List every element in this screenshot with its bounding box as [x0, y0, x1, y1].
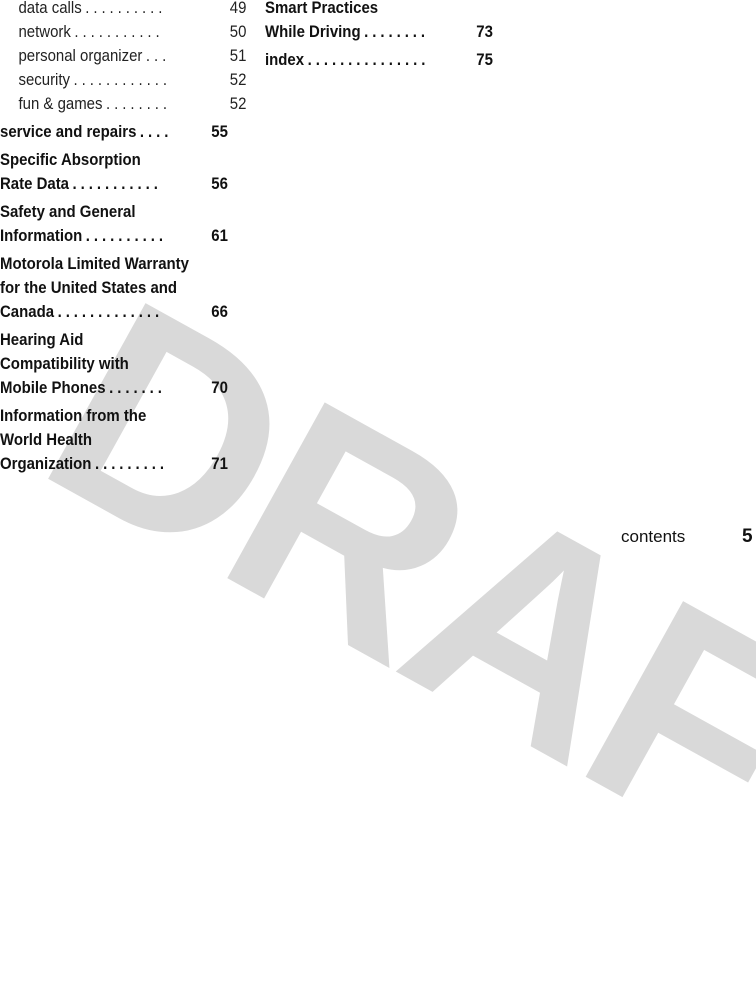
toc-entry[interactable]: Smart Practices While Driving ........ 7…: [265, 0, 493, 44]
toc-entry-title-line: Compatibility with: [0, 354, 129, 373]
toc-leader-dots: ...........: [72, 174, 162, 193]
toc-entry-title-line: Hearing Aid: [0, 330, 84, 349]
toc-entry-label: index: [265, 50, 305, 69]
toc-page-number: 71: [211, 454, 228, 473]
toc-leader-dots: ....: [139, 122, 173, 141]
toc-entry-label: fun & games: [18, 94, 103, 113]
toc-entry-label: security: [18, 70, 71, 89]
toc-page-number: 52: [229, 70, 247, 89]
footer-section-label: contents: [621, 527, 686, 546]
toc-page-number: 50: [229, 22, 247, 41]
toc-sub-entry[interactable]: data calls .......... 49: [0, 0, 246, 20]
toc-entry-label: Rate Data: [0, 174, 70, 193]
toc-leader-dots: ..........: [85, 0, 167, 17]
toc-page-number: 70: [211, 378, 228, 397]
toc-entry[interactable]: Safety and General Information .........…: [0, 200, 228, 248]
toc-entry[interactable]: index ............... 75: [265, 48, 493, 72]
toc-entry-title-line: Information from the: [0, 406, 147, 425]
toc-entry-label: data calls: [18, 0, 82, 17]
toc-entry-last-line: Canada ............. 66: [0, 300, 228, 324]
toc-sub-entry[interactable]: personal organizer ... 51: [0, 44, 246, 68]
toc-entry-last-line: While Driving ........ 73: [265, 20, 493, 44]
toc-entry-label: network: [18, 22, 71, 41]
toc-sub-entry[interactable]: fun & games ........ 52: [0, 92, 246, 116]
toc-sub-entry[interactable]: security ............ 52: [0, 68, 246, 92]
toc-entry-title-line: Safety and General: [0, 202, 136, 221]
toc-entry-title-line: Smart Practices: [265, 0, 379, 17]
toc-column-right: Smart Practices While Driving ........ 7…: [265, 0, 493, 72]
toc-leader-dots: .......: [109, 378, 166, 397]
toc-page-number: 49: [229, 0, 247, 17]
toc-leader-dots: ...............: [307, 50, 430, 69]
toc-entry-last-line: service and repairs .... 55: [0, 120, 228, 144]
toc-entry-title-line: for the United States and: [0, 278, 178, 297]
toc-entry[interactable]: Hearing Aid Compatibility with Mobile Ph…: [0, 328, 228, 400]
toc-column-left: data calls .......... 49 network .......…: [0, 0, 246, 476]
toc-entry[interactable]: Information from the World Health Organi…: [0, 404, 228, 476]
toc-entry-last-line: Mobile Phones ....... 70: [0, 376, 228, 400]
toc-entry-title-line: World Health: [0, 430, 92, 449]
toc-entry-last-line: Information .......... 61: [0, 224, 228, 248]
toc-entry-label: Organization: [0, 454, 92, 473]
toc-sub-entries: data calls .......... 49 network .......…: [0, 0, 246, 116]
toc-entry-label: Information: [0, 226, 83, 245]
toc-page-number: 73: [476, 22, 493, 41]
toc-page-number: 61: [211, 226, 228, 245]
toc-leader-dots: ........: [105, 94, 171, 113]
toc-leader-dots: ..........: [85, 226, 167, 245]
toc-entry-last-line: index ............... 75: [265, 48, 493, 72]
toc-leader-dots: ...........: [74, 22, 164, 41]
toc-leader-dots: ............: [73, 70, 171, 89]
toc-entry-label: service and repairs: [0, 122, 137, 141]
toc-entry-label: Mobile Phones: [0, 378, 106, 397]
page-footer: contents 5: [0, 527, 756, 547]
toc-entry-label: While Driving: [265, 22, 361, 41]
toc-entry[interactable]: Motorola Limited Warranty for the United…: [0, 252, 228, 324]
toc-entry-title-line: Specific Absorption: [0, 150, 141, 169]
toc-entry-last-line: Organization ......... 71: [0, 452, 228, 476]
toc-entry-label: personal organizer: [18, 46, 143, 65]
toc-leader-dots: ........: [364, 22, 430, 41]
footer-page-number: 5: [742, 526, 753, 547]
toc-entry-last-line: Rate Data ........... 56: [0, 172, 228, 196]
toc-entry[interactable]: Specific Absorption Rate Data ..........…: [0, 148, 228, 196]
toc-sub-entry[interactable]: network ........... 50: [0, 20, 246, 44]
toc-page-number: 55: [211, 122, 228, 141]
toc-entry-title-line: Motorola Limited Warranty: [0, 254, 189, 273]
toc-page-number: 66: [211, 302, 228, 321]
toc-entry[interactable]: service and repairs .... 55: [0, 120, 228, 144]
toc-page-number: 56: [211, 174, 228, 193]
toc-page-number: 52: [229, 94, 247, 113]
toc-entry-label: Canada: [0, 302, 55, 321]
toc-page-number: 75: [476, 50, 493, 69]
toc-leader-dots: .............: [57, 302, 164, 321]
toc-leader-dots: .........: [94, 454, 169, 473]
toc-leader-dots: ...: [145, 46, 171, 65]
toc-page-number: 51: [229, 46, 247, 65]
